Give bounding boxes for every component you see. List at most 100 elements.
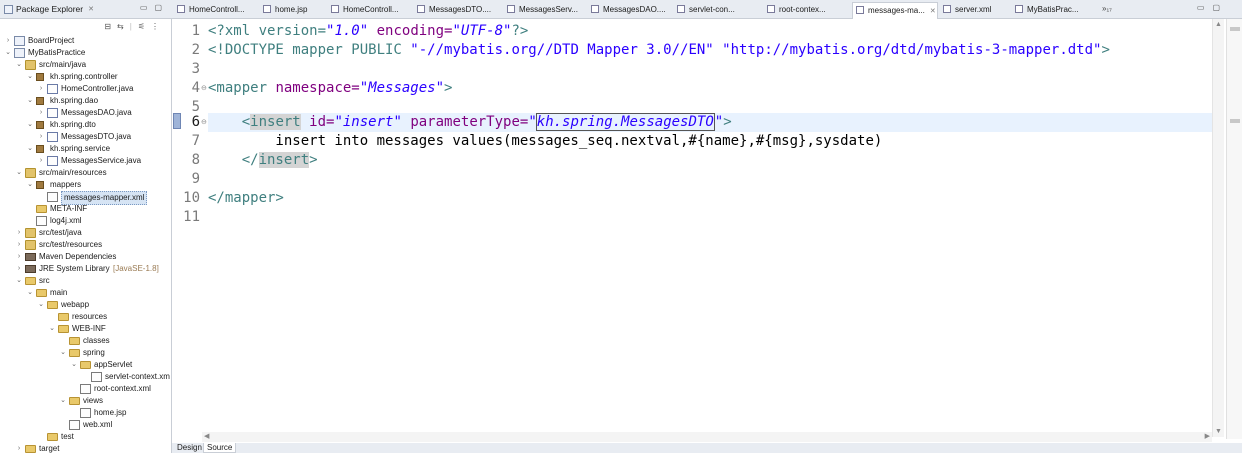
editor-tab[interactable]: servlet-con...	[674, 2, 762, 18]
tree-item[interactable]: ⌄ views	[0, 395, 172, 407]
tree-item[interactable]: › target	[0, 443, 172, 453]
overview-ruler[interactable]	[1226, 19, 1242, 439]
scroll-right-arrow-icon[interactable]: ▶	[1205, 432, 1210, 440]
collapse-chevron-icon[interactable]: ›	[37, 131, 45, 143]
explorer-view-tab[interactable]: Package Explorer ✕ ▭ ▢	[0, 0, 172, 19]
scroll-left-arrow-icon[interactable]: ◀	[204, 432, 209, 440]
expand-chevron-icon[interactable]: ⌄	[26, 119, 34, 131]
overview-marker[interactable]	[1230, 27, 1240, 31]
tree-item[interactable]: › MessagesDTO.java	[0, 131, 172, 143]
tree-item[interactable]: messages-mapper.xml	[0, 191, 172, 205]
tab-source[interactable]: Source	[203, 443, 237, 453]
tab-design[interactable]: Design	[174, 443, 205, 453]
expand-chevron-icon[interactable]: ⌄	[48, 323, 56, 335]
scroll-down-arrow-icon[interactable]: ▼	[1215, 428, 1222, 435]
editor-tab[interactable]: MessagesDTO....	[414, 2, 502, 18]
tree-item[interactable]: › HomeController.java	[0, 83, 172, 95]
tree-item[interactable]: ⌄ src/main/resources	[0, 167, 172, 179]
collapse-chevron-icon[interactable]: ›	[15, 443, 23, 453]
expand-chevron-icon[interactable]: ⌄	[59, 347, 67, 359]
tree-item[interactable]: resources	[0, 311, 172, 323]
expand-chevron-icon[interactable]: ⌄	[26, 143, 34, 155]
fold-toggle-icon[interactable]: ⊖	[201, 113, 207, 132]
tree-item[interactable]: ⌄ src	[0, 275, 172, 287]
expand-chevron-icon[interactable]: ⌄	[70, 359, 78, 371]
tree-item[interactable]: ⌄ kh.spring.dto	[0, 119, 172, 131]
scroll-up-arrow-icon[interactable]: ▲	[1215, 21, 1222, 28]
collapse-chevron-icon[interactable]: ›	[37, 155, 45, 167]
tree-item[interactable]: META-INF	[0, 203, 172, 215]
tree-item[interactable]: root-context.xml	[0, 383, 172, 395]
editor-tab[interactable]: HomeControll...	[328, 2, 412, 18]
editor-tab[interactable]: MessagesDAO....	[588, 2, 672, 18]
editor-tab[interactable]: HomeControll...	[174, 2, 258, 18]
collapse-all-icon[interactable]: ⊟	[104, 22, 111, 31]
close-tab-icon[interactable]: ✕	[930, 8, 936, 15]
tree-item[interactable]: › MessagesDAO.java	[0, 107, 172, 119]
tree-item[interactable]: › Maven Dependencies	[0, 251, 172, 263]
expand-chevron-icon[interactable]: ⌄	[26, 71, 34, 83]
tree-item[interactable]: ⌄ main	[0, 287, 172, 299]
collapse-chevron-icon[interactable]: ›	[37, 107, 45, 119]
tree-item[interactable]: ⌄ spring	[0, 347, 172, 359]
expand-chevron-icon[interactable]: ⌄	[4, 47, 12, 59]
collapse-chevron-icon[interactable]: ›	[37, 83, 45, 95]
tree-item[interactable]: › JRE System Library [JavaSE-1.8]	[0, 263, 172, 275]
tree-item-label: appServlet	[94, 360, 133, 369]
tree-item[interactable]: ⌄ kh.spring.dao	[0, 95, 172, 107]
tree-item[interactable]: ⌄ mappers	[0, 179, 172, 191]
tree-item[interactable]: ⌄ kh.spring.service	[0, 143, 172, 155]
editor-tab[interactable]: messages-ma... ✕	[852, 2, 938, 20]
expand-chevron-icon[interactable]: ⌄	[26, 287, 34, 299]
tree-item[interactable]: › src/test/resources	[0, 239, 172, 251]
expand-chevron-icon[interactable]: ⌄	[26, 95, 34, 107]
tab-overflow-indicator[interactable]: »₁₇	[1102, 4, 1112, 13]
tree-item[interactable]: servlet-context.xm	[0, 371, 172, 383]
maximize-icon[interactable]: ▢	[154, 3, 162, 12]
collapse-chevron-icon[interactable]: ›	[15, 227, 23, 239]
expand-chevron-icon[interactable]: ⌄	[15, 59, 23, 71]
tree-item[interactable]: ⌄ kh.spring.controller	[0, 71, 172, 83]
tree-item[interactable]: ⌄ webapp	[0, 299, 172, 311]
vertical-scrollbar[interactable]: ▲ ▼	[1212, 19, 1224, 437]
collapse-chevron-icon[interactable]: ›	[15, 251, 23, 263]
tree-item[interactable]: ⌄ MyBatisPractice	[0, 47, 172, 59]
collapse-chevron-icon[interactable]: ›	[15, 239, 23, 251]
expand-chevron-icon[interactable]: ⌄	[59, 395, 67, 407]
editor-tab[interactable]: MyBatisPrac...	[1012, 2, 1098, 18]
tree-item[interactable]: home.jsp	[0, 407, 172, 419]
fold-toggle-icon[interactable]: ⊖	[201, 79, 207, 98]
explorer-close-icon[interactable]: ✕	[88, 5, 94, 13]
tree-item[interactable]: › MessagesService.java	[0, 155, 172, 167]
expand-chevron-icon[interactable]: ⌄	[37, 299, 45, 311]
overview-marker[interactable]	[1230, 119, 1240, 123]
tree-item[interactable]: classes	[0, 335, 172, 347]
collapse-chevron-icon[interactable]: ›	[4, 35, 12, 47]
collapse-chevron-icon[interactable]: ›	[15, 263, 23, 275]
minimize-icon[interactable]: ▭	[140, 3, 148, 12]
tree-item[interactable]: › BoardProject	[0, 35, 172, 47]
tree-item[interactable]: ⌄ WEB-INF	[0, 323, 172, 335]
link-with-editor-icon[interactable]: ⇆	[117, 22, 124, 31]
tree-item[interactable]: log4j.xml	[0, 215, 172, 227]
editor-minimize-icon[interactable]: ▭	[1197, 3, 1205, 12]
tree-item-label: WEB-INF	[72, 324, 106, 333]
editor-tab[interactable]: MessagesServ...	[504, 2, 586, 18]
horizontal-scrollbar[interactable]: ◀ ▶	[202, 432, 1212, 442]
expand-chevron-icon[interactable]: ⌄	[15, 275, 23, 287]
tree-item[interactable]: ⌄ appServlet	[0, 359, 172, 371]
expand-chevron-icon[interactable]: ⌄	[26, 179, 34, 191]
view-menu-icon[interactable]: ⋮	[151, 22, 159, 31]
tree-item-label: src/main/resources	[39, 168, 107, 177]
xml-editor[interactable]: 1 2 3 4 5 6 7 8 9 10 11 ⊖ ⊖ <?xml version="1.0" enco…	[172, 19, 1212, 443]
tree-item[interactable]: ⌄ src/main/java	[0, 59, 172, 71]
tree-item[interactable]: › src/test/java	[0, 227, 172, 239]
filter-icon[interactable]: ⚟	[138, 22, 145, 31]
tree-item[interactable]: web.xml	[0, 419, 172, 431]
editor-tab[interactable]: server.xml	[940, 2, 1010, 18]
tree-item[interactable]: test	[0, 431, 172, 443]
editor-maximize-icon[interactable]: ▢	[1212, 3, 1220, 12]
expand-chevron-icon[interactable]: ⌄	[15, 167, 23, 179]
editor-tab[interactable]: home.jsp	[260, 2, 326, 18]
editor-tab[interactable]: root-contex...	[764, 2, 850, 18]
